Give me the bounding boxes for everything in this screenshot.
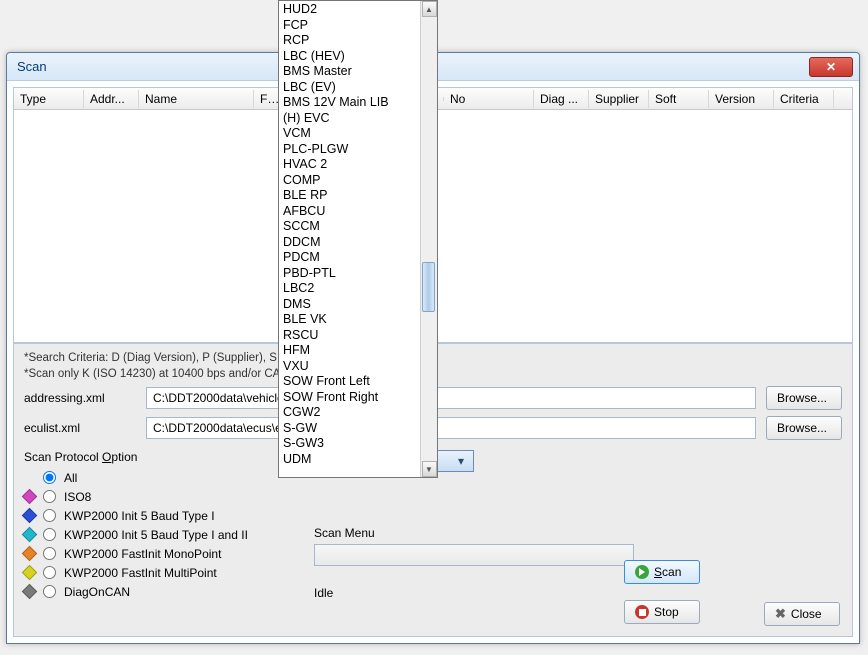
- dropdown-item[interactable]: SOW Front Left: [281, 374, 418, 390]
- dropdown-item[interactable]: COMP: [281, 173, 418, 189]
- dropdown-item[interactable]: FCP: [281, 18, 418, 34]
- column-header[interactable]: Soft: [649, 90, 709, 108]
- column-header[interactable]: No: [444, 90, 534, 108]
- protocol-radio[interactable]: [43, 566, 56, 579]
- protocol-left: Scan Protocol Option All ISO8 KWP2000 Init…: [24, 450, 284, 601]
- protocol-option[interactable]: All: [24, 468, 284, 487]
- scan-button[interactable]: Scan: [624, 560, 700, 584]
- dropdown-item[interactable]: VXU: [281, 359, 418, 375]
- protocol-section-title: Scan Protocol Option: [24, 450, 284, 464]
- protocol-option[interactable]: KWP2000 FastInit MonoPoint: [24, 544, 284, 563]
- protocol-option[interactable]: ISO8: [24, 487, 284, 506]
- scan-menu-label: Scan Menu: [314, 526, 842, 540]
- dropdown-item[interactable]: UDM: [281, 452, 418, 468]
- dropdown-item[interactable]: RCP: [281, 33, 418, 49]
- scroll-up-button[interactable]: ▲: [422, 1, 437, 17]
- protocol-label: KWP2000 FastInit MultiPoint: [64, 566, 217, 580]
- close-button[interactable]: ✖ Close: [764, 602, 840, 626]
- dropdown-item[interactable]: RSCU: [281, 328, 418, 344]
- dropdown-item[interactable]: BLE VK: [281, 312, 418, 328]
- play-icon: [635, 565, 649, 579]
- protocol-radio[interactable]: [43, 585, 56, 598]
- protocol-radio[interactable]: [43, 509, 56, 522]
- diamond-icon: [22, 527, 38, 543]
- eculist-input[interactable]: [146, 417, 756, 439]
- dropdown-item[interactable]: S-GW3: [281, 436, 418, 452]
- dropdown-item[interactable]: SCCM: [281, 219, 418, 235]
- addressing-input[interactable]: [146, 387, 756, 409]
- protocol-label: KWP2000 Init 5 Baud Type I and II: [64, 528, 248, 542]
- diamond-icon: [22, 489, 38, 505]
- scroll-track[interactable]: [421, 17, 437, 461]
- dropdown-item[interactable]: PLC-PLGW: [281, 142, 418, 158]
- close-icon: ✕: [826, 60, 836, 74]
- dropdown-item[interactable]: HFM: [281, 343, 418, 359]
- browse-addressing-button[interactable]: Browse...: [766, 386, 842, 410]
- dropdown-item[interactable]: AFBCU: [281, 204, 418, 220]
- dropdown-item[interactable]: HUD2: [281, 2, 418, 18]
- protocol-radio[interactable]: [43, 528, 56, 541]
- protocol-option[interactable]: KWP2000 Init 5 Baud Type I and II: [24, 525, 284, 544]
- scroll-down-button[interactable]: ▼: [422, 461, 437, 477]
- dropdown-item[interactable]: LBC (HEV): [281, 49, 418, 65]
- dropdown-item[interactable]: VCM: [281, 126, 418, 142]
- dropdown-item[interactable]: BMS 12V Main LIB: [281, 95, 418, 111]
- dropdown-scrollbar[interactable]: ▲ ▼: [420, 1, 437, 477]
- addressing-label: addressing.xml: [24, 391, 136, 405]
- dropdown-item[interactable]: SOW Front Right: [281, 390, 418, 406]
- dropdown-item[interactable]: PBD-PTL: [281, 266, 418, 282]
- dropdown-item[interactable]: LBC (EV): [281, 80, 418, 96]
- protocol-label: DiagOnCAN: [64, 585, 130, 599]
- protocol-radio[interactable]: [43, 490, 56, 503]
- protocol-label: KWP2000 FastInit MonoPoint: [64, 547, 221, 561]
- protocol-radio[interactable]: [43, 471, 56, 484]
- diamond-icon: [22, 546, 38, 562]
- diamond-icon: [22, 565, 38, 581]
- x-icon: ✖: [775, 606, 786, 622]
- dropdown-list[interactable]: HUD2FCPRCPLBC (HEV)BMS MasterLBC (EV)BMS…: [278, 0, 438, 478]
- diamond-icon: [22, 584, 38, 600]
- protocol-radio[interactable]: [43, 547, 56, 560]
- chevron-down-icon: ▾: [453, 454, 469, 468]
- stop-button[interactable]: Stop: [624, 600, 700, 624]
- protocol-option[interactable]: KWP2000 FastInit MultiPoint: [24, 563, 284, 582]
- column-header[interactable]: Version: [709, 90, 774, 108]
- column-header[interactable]: Addr...: [84, 90, 139, 108]
- dropdown-item[interactable]: S-GW: [281, 421, 418, 437]
- protocol-option[interactable]: DiagOnCAN: [24, 582, 284, 601]
- dropdown-item[interactable]: BMS Master: [281, 64, 418, 80]
- protocol-option[interactable]: KWP2000 Init 5 Baud Type I: [24, 506, 284, 525]
- dropdown-item[interactable]: LBC2: [281, 281, 418, 297]
- column-header[interactable]: Type: [14, 90, 84, 108]
- scan-progress: [314, 544, 634, 566]
- column-header[interactable]: Criteria: [774, 90, 834, 108]
- dropdown-item[interactable]: HVAC 2: [281, 157, 418, 173]
- dropdown-item[interactable]: CGW2: [281, 405, 418, 421]
- scroll-thumb[interactable]: [422, 262, 435, 312]
- window-close-button[interactable]: ✕: [809, 57, 853, 77]
- dropdown-item[interactable]: DMS: [281, 297, 418, 313]
- stop-icon: [635, 605, 649, 619]
- dropdown-item[interactable]: DDCM: [281, 235, 418, 251]
- column-header[interactable]: Diag ...: [534, 90, 589, 108]
- diamond-icon: [22, 508, 38, 524]
- protocol-label: ISO8: [64, 490, 91, 504]
- dropdown-item[interactable]: (H) EVC: [281, 111, 418, 127]
- eculist-label: eculist.xml: [24, 421, 136, 435]
- protocol-label: KWP2000 Init 5 Baud Type I: [64, 509, 215, 523]
- dropdown-item[interactable]: BLE RP: [281, 188, 418, 204]
- column-header[interactable]: Name: [139, 90, 254, 108]
- protocol-label: All: [64, 471, 77, 485]
- browse-eculist-button[interactable]: Browse...: [766, 416, 842, 440]
- status-text: Idle: [314, 586, 842, 600]
- dropdown-item[interactable]: PDCM: [281, 250, 418, 266]
- column-header[interactable]: Supplier: [589, 90, 649, 108]
